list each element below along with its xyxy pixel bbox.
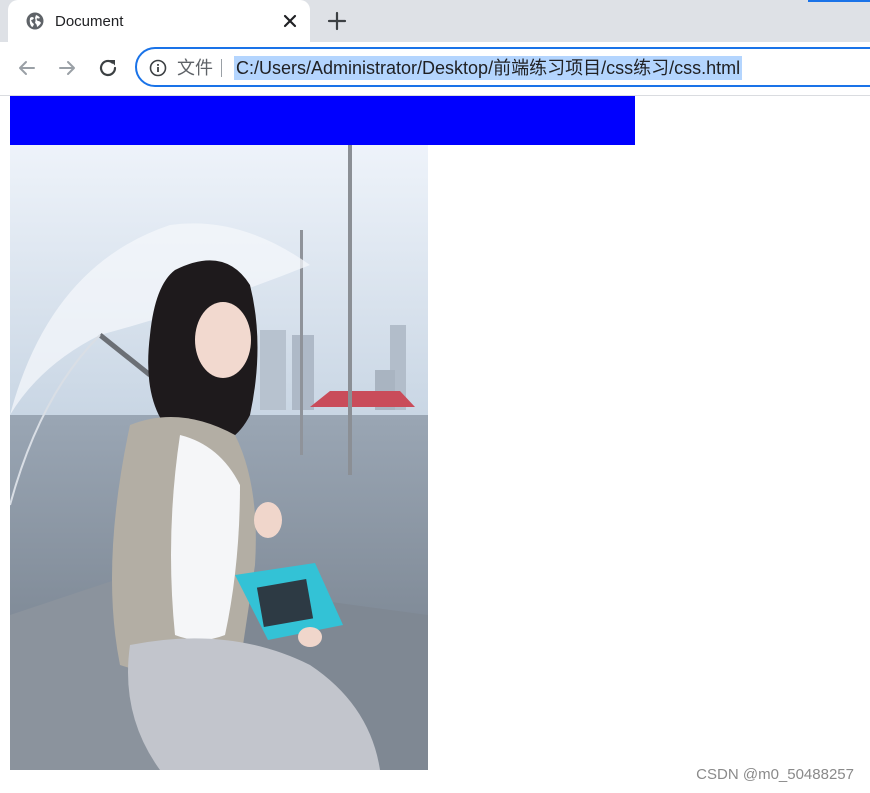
globe-icon xyxy=(26,12,44,30)
arrow-left-icon[interactable] xyxy=(15,56,39,80)
arrow-right-icon[interactable] xyxy=(55,56,79,80)
address-bar[interactable]: 文件 C:/Users/Administrator/Desktop/前端练习项目… xyxy=(135,47,870,87)
tab-document[interactable]: Document xyxy=(8,0,310,42)
tabstrip-accent xyxy=(808,0,870,2)
reload-icon[interactable] xyxy=(96,56,120,80)
photo xyxy=(10,145,428,770)
tab-strip: Document xyxy=(0,0,870,42)
blue-box xyxy=(10,96,635,145)
url-text[interactable]: C:/Users/Administrator/Desktop/前端练习项目/cs… xyxy=(234,56,743,80)
watermark: CSDN @m0_50488257 xyxy=(696,766,854,783)
close-icon[interactable] xyxy=(280,11,300,31)
plus-icon[interactable] xyxy=(326,10,348,32)
browser-toolbar: 文件 C:/Users/Administrator/Desktop/前端练习项目… xyxy=(0,42,870,96)
info-icon[interactable] xyxy=(149,59,167,77)
scheme-separator xyxy=(221,59,222,77)
scheme-label: 文件 xyxy=(177,58,213,78)
tab-title: Document xyxy=(55,13,124,30)
